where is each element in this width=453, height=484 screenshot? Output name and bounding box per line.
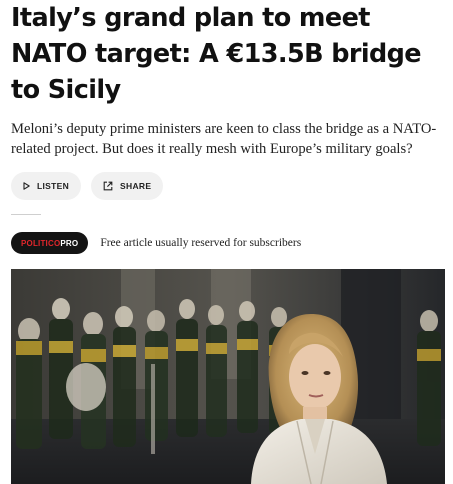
section-divider [11, 214, 41, 215]
share-label: SHARE [120, 181, 152, 191]
article-actions: LISTEN SHARE [11, 172, 164, 200]
listen-label: LISTEN [37, 181, 70, 191]
article-headline: Italy’s grand plan to meet NATO target: … [11, 3, 422, 105]
article-dek: Meloni’s deputy prime ministers are keen… [11, 121, 437, 157]
share-icon [103, 181, 113, 191]
play-icon [23, 182, 30, 190]
politico-pro-badge[interactable]: POLITICO PRO [11, 232, 89, 254]
listen-button[interactable]: LISTEN [11, 172, 82, 200]
subscriber-note: Free article usually reserved for subscr… [100, 237, 302, 249]
pro-notice: POLITICO PRO Free article usually reserve… [11, 232, 301, 254]
article-hero-image [11, 269, 445, 484]
pro-wordmark: PRO [60, 238, 79, 248]
share-button[interactable]: SHARE [91, 172, 164, 200]
article-page: Italy’s grand plan to meet NATO target: … [0, 0, 453, 484]
politico-wordmark: POLITICO [21, 238, 61, 248]
